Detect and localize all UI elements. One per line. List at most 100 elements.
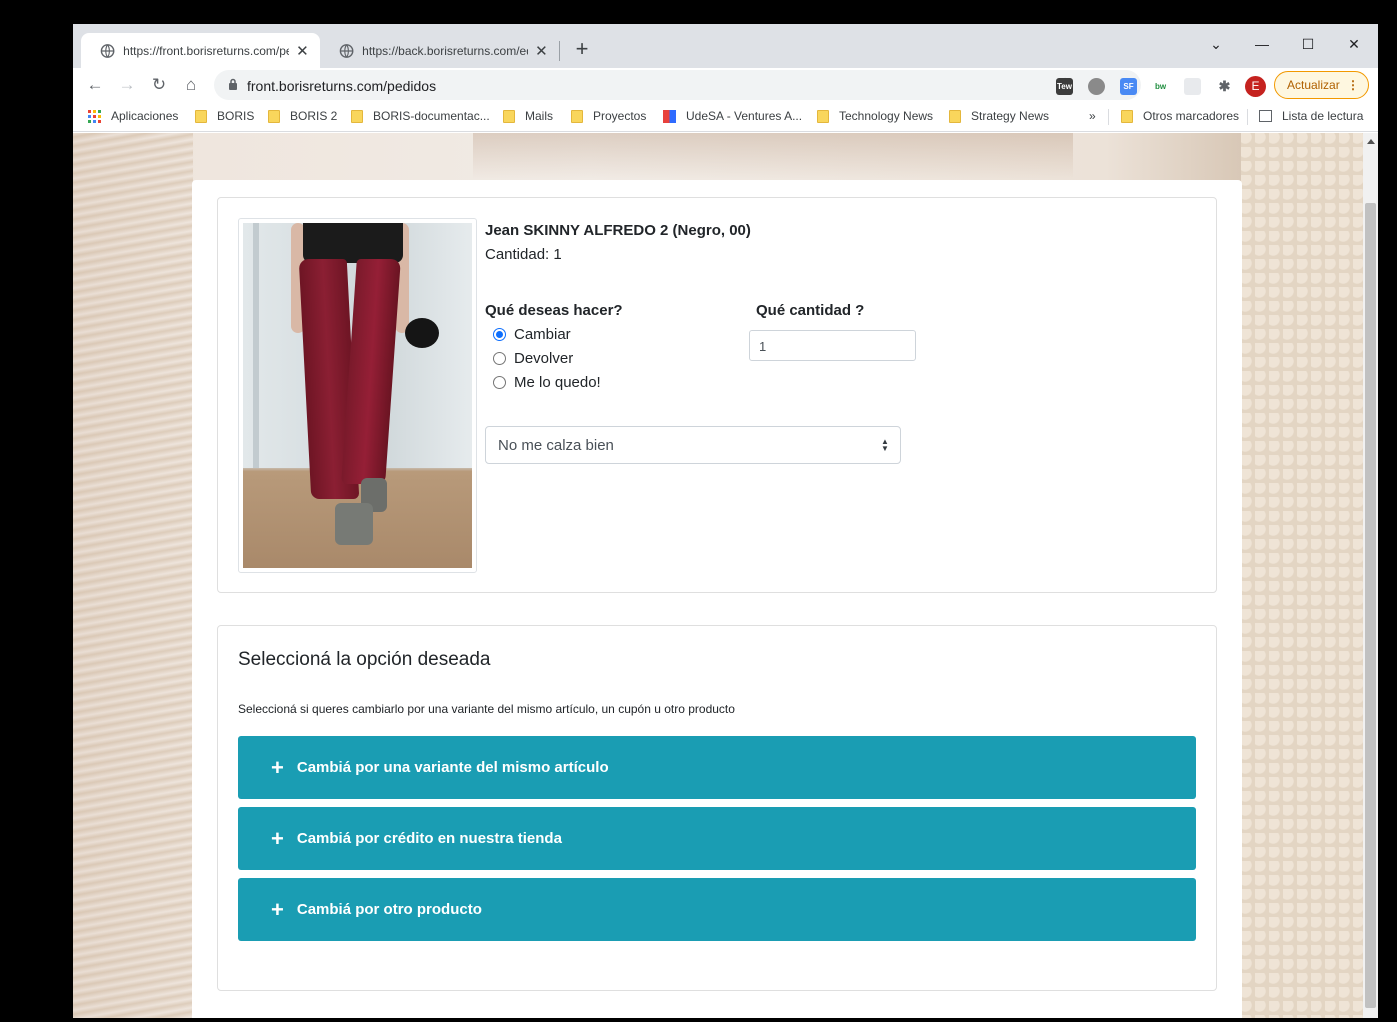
browser-toolbar: ← → ↻ ⌂ front.borisreturns.com/pedidos ⇪…	[73, 68, 1378, 102]
product-photo	[243, 223, 472, 568]
globe-icon	[339, 43, 354, 58]
radio-label: Cambiar	[514, 326, 571, 343]
extensions-puzzle-icon[interactable]: ✱	[1216, 78, 1233, 95]
extension-blank-icon[interactable]	[1184, 78, 1201, 95]
new-tab-button[interactable]: +	[570, 38, 594, 62]
reason-selected-value: No me calza bien	[498, 437, 614, 454]
photo-door	[253, 223, 259, 468]
bookmark-strategy-news[interactable]: Strategy News	[949, 109, 1049, 123]
extension-bw-icon[interactable]: bw	[1152, 78, 1169, 95]
radio-button[interactable]	[493, 352, 506, 365]
exchange-variant-button[interactable]: + Cambiá por una variante del mismo artí…	[238, 736, 1196, 799]
bookmark-boris-2[interactable]: BORIS 2	[268, 109, 337, 123]
folder-icon	[949, 109, 961, 123]
reload-icon[interactable]: ↻	[146, 72, 172, 98]
tab-search-icon[interactable]: ⌄	[1193, 30, 1239, 58]
globe-icon	[100, 43, 115, 58]
scrollbar-thumb[interactable]	[1365, 203, 1376, 1008]
bookmark-label: Aplicaciones	[111, 109, 179, 123]
tab-strip: https://front.borisreturns.com/pe ✕ http…	[73, 24, 1378, 68]
background-sherpa-coat	[1241, 133, 1363, 1018]
background-hangers	[473, 133, 1073, 179]
bookmark-label: Strategy News	[971, 109, 1050, 123]
tab-back[interactable]: https://back.borisreturns.com/ed ✕	[320, 33, 559, 68]
select-caret-icon: ▲ ▼	[881, 437, 889, 453]
exchange-other-product-button[interactable]: + Cambiá por otro producto	[238, 878, 1196, 941]
back-icon[interactable]: ←	[82, 72, 108, 98]
bookmark-label: BORIS 2	[290, 109, 338, 123]
bookmark-label: Mails	[525, 109, 554, 123]
bookmark-separator	[1108, 109, 1109, 125]
bookmark-boris[interactable]: BORIS	[195, 109, 254, 123]
accordion-label: Cambiá por otro producto	[296, 901, 482, 918]
extension-tew-icon[interactable]: Tew	[1056, 78, 1073, 95]
radio-devolver[interactable]: Devolver	[493, 350, 573, 367]
bookmark-label: BORIS-documentac...	[373, 109, 490, 123]
extension-timer-icon[interactable]	[1088, 78, 1105, 95]
radio-me-lo-quedo[interactable]: Me lo quedo!	[493, 374, 601, 391]
bookmark-udesa[interactable]: UdeSA - Ventures A...	[663, 109, 802, 123]
address-bar[interactable]: front.borisreturns.com/pedidos ⇪ ☆	[214, 70, 1141, 100]
radio-label: Me lo quedo!	[514, 374, 601, 391]
folder-icon	[571, 109, 583, 123]
update-button[interactable]: Actualizar ⋮	[1274, 71, 1369, 99]
forward-icon[interactable]: →	[114, 72, 140, 98]
radio-button[interactable]	[493, 328, 506, 341]
bookmarks-bar: Aplicaciones BORIS BORIS 2 BORIS-documen…	[73, 102, 1378, 132]
maximize-button[interactable]: ☐	[1285, 30, 1331, 58]
close-tab-icon[interactable]: ✕	[534, 42, 549, 60]
amount-label: Qué cantidad ?	[756, 302, 865, 319]
home-icon[interactable]: ⌂	[178, 72, 204, 98]
options-title: Seleccioná la opción deseada	[238, 649, 491, 670]
folder-icon	[1121, 109, 1133, 123]
page-scrollbar[interactable]	[1363, 133, 1378, 1018]
bookmark-proyectos[interactable]: Proyectos	[571, 109, 646, 123]
bookmark-label: Technology News	[839, 109, 934, 123]
radio-button[interactable]	[493, 376, 506, 389]
bookmark-label: Proyectos	[593, 109, 647, 123]
close-window-button[interactable]: ✕	[1331, 30, 1377, 58]
product-quantity: Cantidad: 1	[485, 246, 562, 263]
url-text: front.borisreturns.com/pedidos	[247, 78, 437, 94]
browser-window: https://front.borisreturns.com/pe ✕ http…	[73, 24, 1378, 1018]
bookmark-mails[interactable]: Mails	[503, 109, 553, 123]
reading-list[interactable]: Lista de lectura	[1259, 109, 1363, 123]
background-pampas-grass	[73, 133, 193, 1018]
profile-avatar[interactable]: E	[1245, 76, 1266, 97]
scroll-up-icon[interactable]	[1367, 139, 1375, 144]
bookmark-technology-news[interactable]: Technology News	[817, 109, 933, 123]
bookmark-boris-documentacion[interactable]: BORIS-documentac...	[351, 109, 490, 123]
folder-icon	[268, 109, 280, 123]
exchange-credit-button[interactable]: + Cambiá por crédito en nuestra tienda	[238, 807, 1196, 870]
radio-label: Devolver	[514, 350, 574, 367]
reason-select[interactable]: No me calza bien ▲ ▼	[485, 426, 901, 464]
radio-cambiar[interactable]: Cambiar	[493, 326, 571, 343]
tab-front[interactable]: https://front.borisreturns.com/pe ✕	[81, 33, 320, 68]
photo-boot	[335, 503, 373, 545]
bookmark-apps[interactable]: Aplicaciones	[88, 109, 178, 123]
product-card: Jean SKINNY ALFREDO 2 (Negro, 00) Cantid…	[217, 197, 1217, 593]
photo-bag	[405, 318, 439, 348]
apps-grid-icon	[88, 109, 101, 123]
plus-icon: +	[271, 825, 284, 851]
plus-icon: +	[271, 896, 284, 922]
extension-sf-icon[interactable]: SF	[1120, 78, 1137, 95]
quantity-input[interactable]: 1	[749, 330, 916, 361]
options-card: Seleccioná la opción deseada Seleccioná …	[217, 625, 1217, 991]
tab-separator	[559, 41, 560, 61]
close-tab-icon[interactable]: ✕	[295, 42, 310, 60]
folder-icon	[503, 109, 515, 123]
bookmark-other[interactable]: Otros marcadores	[1121, 109, 1239, 123]
plus-icon: +	[271, 754, 284, 780]
bookmark-label: Lista de lectura	[1282, 109, 1364, 123]
bookmark-label: Otros marcadores	[1143, 109, 1240, 123]
photo-top	[303, 223, 403, 263]
more-bookmarks-icon[interactable]: »	[1089, 109, 1096, 123]
bookmark-label: UdeSA - Ventures A...	[686, 109, 803, 123]
action-label: Qué deseas hacer?	[485, 302, 623, 319]
product-name: Jean SKINNY ALFREDO 2 (Negro, 00)	[485, 222, 751, 239]
options-description: Seleccioná si queres cambiarlo por una v…	[238, 702, 735, 716]
accordion-label: Cambiá por una variante del mismo artícu…	[296, 759, 609, 776]
tab-title: https://front.borisreturns.com/pe	[123, 43, 289, 58]
minimize-button[interactable]: —	[1239, 30, 1285, 58]
